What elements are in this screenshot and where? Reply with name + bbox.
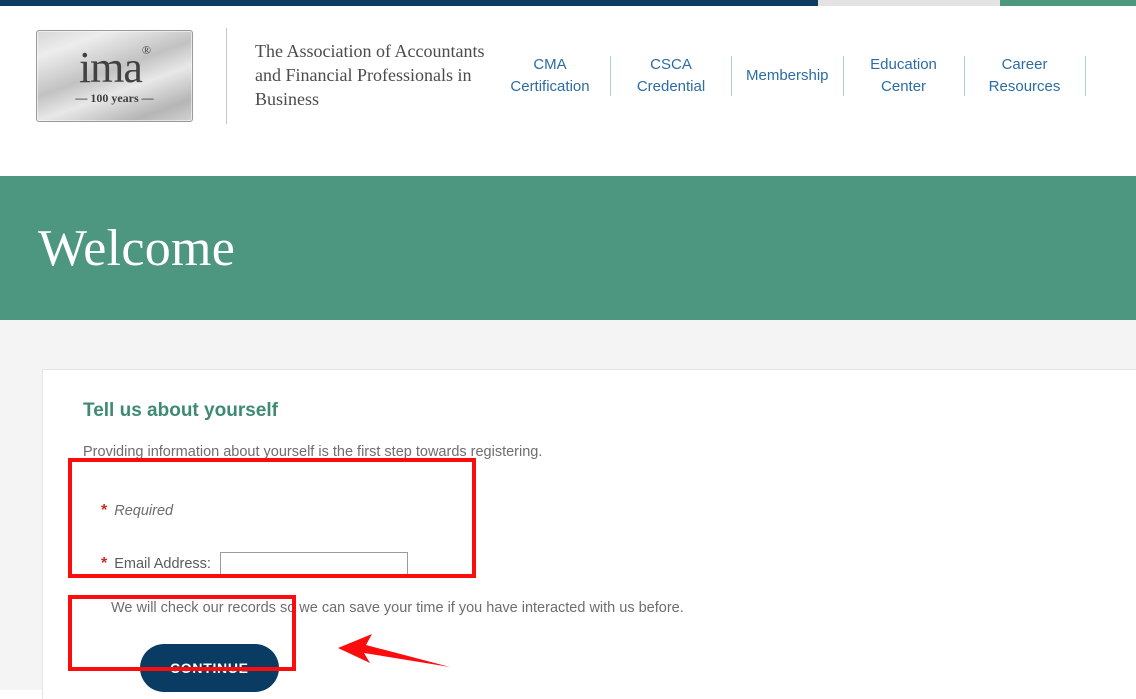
email-field-label: Email Address:	[114, 556, 211, 572]
main-navigation: CMA Certification CSCA Credential Member…	[490, 54, 1086, 98]
brand-divider	[226, 28, 227, 124]
logo-anniversary-text: — 100 years —	[75, 91, 154, 106]
brand-tagline: The Association of Accountants and Finan…	[255, 41, 485, 109]
nav-item-membership[interactable]: Membership	[732, 65, 843, 87]
site-header: ima® — 100 years — The Association of Ac…	[0, 6, 1136, 176]
page-content: Tell us about yourself Providing informa…	[0, 320, 1136, 699]
form-subheading: Providing information about yourself is …	[83, 444, 543, 460]
records-note-text: We will check our records so we can save…	[111, 600, 684, 616]
required-legend: * Required	[101, 502, 1136, 520]
required-asterisk-icon: *	[101, 555, 108, 572]
email-input[interactable]	[219, 552, 408, 576]
brand-block[interactable]: ima® — 100 years — The Association of Ac…	[36, 28, 495, 124]
form-heading: Tell us about yourself	[83, 400, 278, 421]
ima-logo[interactable]: ima® — 100 years —	[36, 30, 193, 122]
nav-divider	[1084, 55, 1086, 96]
email-field-row: * Email Address:	[101, 552, 1136, 576]
logo-wordmark-text: ima	[78, 42, 143, 92]
registered-trademark-icon: ®	[141, 43, 151, 58]
nav-item-education-center[interactable]: Education Center	[844, 54, 964, 98]
nav-item-cma-certification[interactable]: CMA Certification	[490, 54, 610, 98]
welcome-banner: Welcome	[0, 176, 1136, 320]
continue-button[interactable]: CONTINUE	[140, 644, 279, 692]
required-legend-text: Required	[114, 503, 174, 519]
logo-wordmark: ima®	[79, 44, 151, 89]
required-asterisk-icon: *	[101, 502, 108, 519]
nav-item-career-resources[interactable]: Career Resources	[965, 54, 1085, 98]
registration-card: Tell us about yourself Providing informa…	[42, 369, 1136, 699]
nav-item-csca-credential[interactable]: CSCA Credential	[611, 54, 731, 98]
page-title: Welcome	[38, 219, 236, 277]
